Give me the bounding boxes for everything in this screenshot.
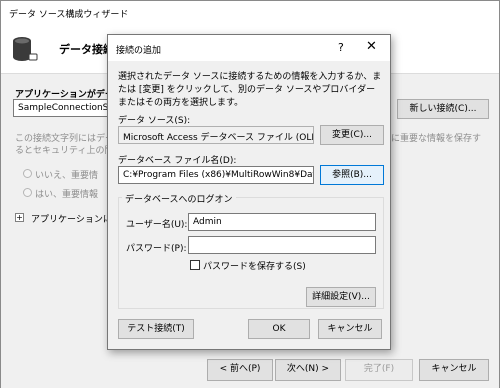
next-button[interactable]: 次へ(N) > bbox=[275, 359, 341, 381]
dialog-description: 選択されたデータ ソースに接続するための情報を入力するか、または [変更] をク… bbox=[118, 72, 382, 108]
help-icon[interactable]: ? bbox=[338, 41, 344, 54]
db-file-label: データベース ファイル名(D): bbox=[118, 156, 237, 166]
db-file-field[interactable]: C:¥Program Files (x86)¥MultiRowWin8¥Data… bbox=[118, 166, 314, 184]
dialog-cancel-button[interactable]: キャンセル bbox=[318, 319, 382, 339]
radio-yes-label: はい、重要情報 bbox=[35, 190, 99, 200]
test-connection-button[interactable]: テスト接続(T) bbox=[118, 319, 194, 339]
expand-plus-icon[interactable]: + bbox=[15, 213, 24, 222]
browse-button[interactable]: 参照(B)... bbox=[320, 165, 384, 185]
change-button[interactable]: 変更(C)... bbox=[320, 125, 384, 145]
radio-no-label: いいえ、重要情 bbox=[35, 171, 99, 181]
close-icon[interactable]: ✕ bbox=[366, 39, 377, 54]
back-button[interactable]: < 前へ(P) bbox=[207, 359, 273, 381]
dialog-title: 接続の追加 bbox=[116, 46, 162, 56]
save-password-label: パスワードを保存する(S) bbox=[203, 262, 306, 272]
radio-no[interactable] bbox=[23, 169, 32, 178]
info-text-right: に重要な情報を保存す bbox=[391, 134, 482, 144]
radio-yes[interactable] bbox=[23, 188, 32, 197]
wizard-heading: データ接続 bbox=[59, 43, 114, 56]
wizard-title: データ ソース構成ウィザード bbox=[9, 10, 129, 20]
save-password-checkbox[interactable] bbox=[190, 260, 200, 270]
wizard-titlebar: データ ソース構成ウィザード bbox=[1, 1, 499, 25]
advanced-button[interactable]: 詳細設定(V)... bbox=[306, 287, 376, 307]
username-label: ユーザー名(U): bbox=[126, 220, 188, 230]
username-input[interactable]: Admin bbox=[188, 213, 376, 231]
finish-button[interactable]: 完了(F) bbox=[345, 359, 413, 381]
database-icon bbox=[13, 37, 38, 61]
data-source-field: Microsoft Access データベース ファイル (OLE DB) bbox=[118, 126, 314, 144]
wizard-cancel-button[interactable]: キャンセル bbox=[419, 359, 489, 381]
connection-combo[interactable]: SampleConnectionStri bbox=[13, 99, 109, 117]
dialog-titlebar: 接続の追加 ? ✕ bbox=[108, 35, 390, 61]
add-connection-dialog: 接続の追加 ? ✕ 選択されたデータ ソースに接続するための情報を入力するか、ま… bbox=[107, 34, 391, 350]
data-source-label: データ ソース(S): bbox=[118, 116, 191, 126]
password-input[interactable] bbox=[188, 236, 376, 254]
ok-button[interactable]: OK bbox=[248, 319, 310, 339]
new-connection-button[interactable]: 新しい接続(C)... bbox=[397, 99, 489, 119]
logon-group-title: データベースへのログオン bbox=[122, 192, 236, 205]
password-label: パスワード(P): bbox=[126, 244, 187, 254]
